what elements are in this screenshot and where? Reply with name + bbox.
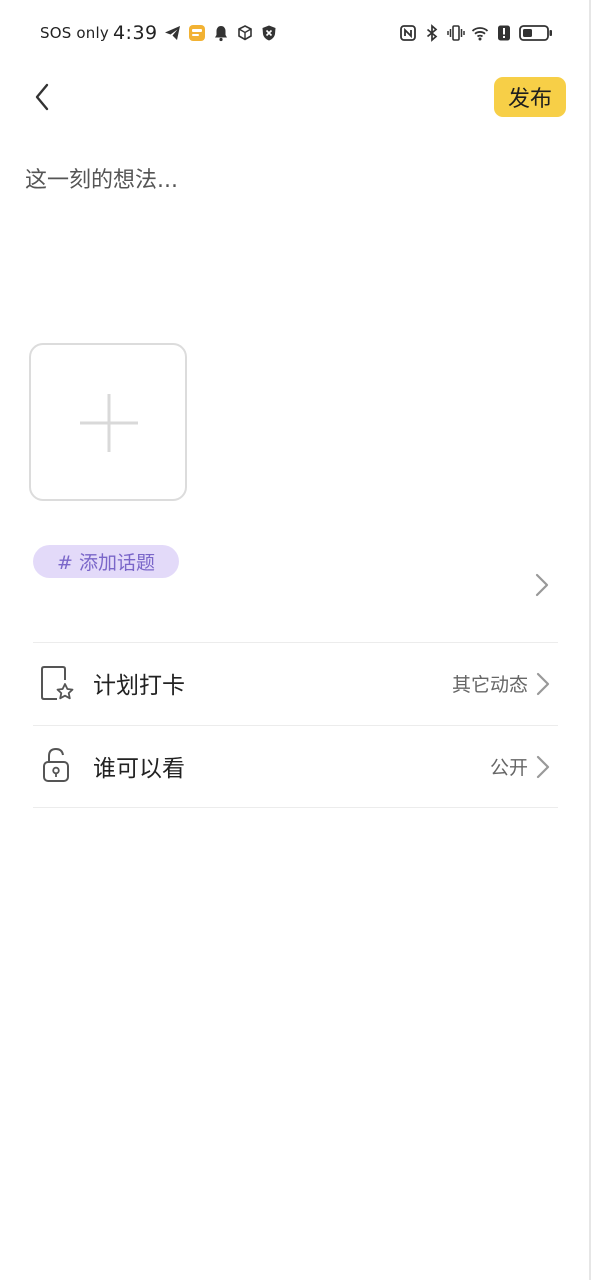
row-plan-checkin[interactable]: 计划打卡 其它动态 [33, 643, 558, 723]
chevron-left-icon [35, 83, 49, 111]
row-value: 公开 [489, 756, 528, 779]
shield-icon [262, 25, 276, 41]
status-right [393, 22, 553, 44]
battery-icon [519, 25, 552, 41]
wifi-icon [471, 27, 489, 41]
plus-icon [80, 394, 138, 452]
row-label: 谁可以看 [93, 756, 185, 782]
nfc-icon [400, 25, 416, 41]
add-topic-tag[interactable]: # 添加话题 [33, 545, 179, 578]
back-button[interactable] [26, 80, 58, 114]
chevron-right-icon [536, 755, 550, 779]
notes-app-icon [188, 25, 205, 41]
chevron-right-icon[interactable] [533, 572, 551, 598]
alert-icon [498, 25, 510, 41]
package-icon [237, 25, 252, 41]
divider [33, 807, 558, 808]
telegram-icon [164, 26, 180, 40]
vibrate-icon [447, 25, 465, 41]
chevron-right-icon [536, 672, 550, 696]
carrier-text: SOS only [40, 24, 109, 42]
status-left: SOS only 4:39 [40, 22, 284, 44]
row-visibility[interactable]: 谁可以看 公开 [33, 726, 558, 806]
bluetooth-icon [426, 24, 438, 42]
file-star-icon [41, 666, 74, 700]
bell-icon [214, 26, 227, 42]
row-label: 计划打卡 [93, 673, 185, 699]
status-bar: SOS only 4:39 [0, 0, 591, 66]
row-value: 其它动态 [451, 673, 528, 696]
add-image-button[interactable] [29, 343, 187, 501]
thought-input[interactable] [24, 158, 565, 322]
publish-button[interactable]: 发布 [494, 77, 566, 117]
unlock-icon [43, 747, 69, 782]
clock-text: 4:39 [112, 22, 158, 44]
